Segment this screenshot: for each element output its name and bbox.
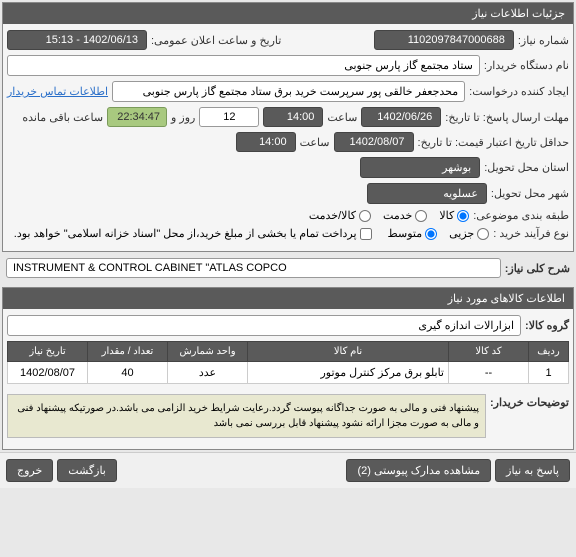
th-name: نام کالا: [248, 342, 449, 362]
back-button[interactable]: بازگشت: [57, 459, 117, 482]
radio-medium-label: متوسط: [388, 227, 423, 240]
time-label-2: ساعت: [300, 136, 330, 149]
radio-service-input[interactable]: [415, 210, 427, 222]
need-number-label: شماره نیاز:: [518, 34, 569, 47]
radio-service[interactable]: خدمت: [383, 209, 427, 222]
remain-label: ساعت باقی مانده: [22, 111, 103, 124]
category-radio-group: کالا خدمت کالا/خدمت: [309, 209, 469, 222]
city-value: عسلویه: [367, 183, 487, 204]
process-label: نوع فرآیند خرید :: [493, 227, 569, 240]
time-label-1: ساعت: [327, 111, 357, 124]
items-table: ردیف کد کالا نام کالا واحد شمارش تعداد /…: [7, 341, 569, 384]
days-label: روز و: [171, 111, 195, 124]
requester-label: ایجاد کننده درخواست:: [469, 85, 569, 98]
respond-button[interactable]: پاسخ به نیاز: [495, 459, 570, 482]
deadline-date: 1402/06/26: [361, 107, 441, 127]
cell-qty: 40: [88, 362, 168, 384]
items-panel-body: گروه کالا: ابزارالات اندازه گیری ردیف کد…: [3, 309, 573, 449]
deadline-time: 14:00: [263, 107, 323, 127]
city-label: شهر محل تحویل:: [491, 187, 569, 200]
info-panel-header: جزئیات اطلاعات نیاز: [3, 3, 573, 24]
radio-both-label: کالا/خدمت: [309, 209, 356, 222]
group-label: گروه کالا:: [525, 319, 569, 332]
payment-checkbox[interactable]: [360, 228, 372, 240]
desc-label: شرح کلی نیاز:: [505, 262, 570, 275]
announce-value: 1402/06/13 - 15:13: [7, 30, 147, 50]
cell-name: تابلو برق مرکز کنترل موتور: [248, 362, 449, 384]
attachments-button[interactable]: مشاهده مدارک پیوستی (2): [346, 459, 491, 482]
province-label: استان محل تحویل:: [484, 161, 569, 174]
radio-kala[interactable]: کالا: [439, 209, 469, 222]
radio-partial-input[interactable]: [477, 228, 489, 240]
cell-row: 1: [529, 362, 569, 384]
validity-label: حداقل تاریخ اعتبار قیمت: تا تاریخ:: [418, 136, 569, 149]
province-value: بوشهر: [360, 157, 480, 178]
buyer-label: نام دستگاه خریدار:: [484, 59, 569, 72]
days-remaining: 12: [199, 107, 259, 127]
th-row: ردیف: [529, 342, 569, 362]
radio-kala-label: کالا: [439, 209, 454, 222]
items-panel-header: اطلاعات کالاهای مورد نیاز: [3, 288, 573, 309]
buyer-note-label: توضیحات خریدار:: [490, 390, 569, 409]
payment-note: پرداخت تمام یا بخشی از مبلغ خرید،از محل …: [14, 227, 357, 240]
group-value: ابزارالات اندازه گیری: [7, 315, 521, 336]
table-header-row: ردیف کد کالا نام کالا واحد شمارش تعداد /…: [8, 342, 569, 362]
th-unit: واحد شمارش: [168, 342, 248, 362]
validity-time: 14:00: [236, 132, 296, 152]
radio-partial[interactable]: جزیی: [449, 227, 489, 240]
exit-button[interactable]: خروج: [6, 459, 53, 482]
cell-unit: عدد: [168, 362, 248, 384]
buyer-note: پیشنهاد فنی و مالی به صورت جداگانه پیوست…: [7, 394, 486, 438]
announce-label: تاریخ و ساعت اعلان عمومی:: [151, 34, 281, 47]
radio-kala-input[interactable]: [457, 210, 469, 222]
radio-both-input[interactable]: [359, 210, 371, 222]
need-number-value: 1102097847000688: [374, 30, 514, 50]
requester-value: محدجعفر خالقی پور سرپرست خرید برق ستاد م…: [112, 81, 465, 102]
contact-link[interactable]: اطلاعات تماس خریدار: [7, 85, 108, 98]
countdown-timer: 22:34:47: [107, 107, 167, 127]
desc-value: INSTRUMENT & CONTROL CABINET "ATLAS COPC…: [6, 258, 501, 278]
radio-medium[interactable]: متوسط: [388, 227, 438, 240]
th-date: تاریخ نیاز: [8, 342, 88, 362]
deadline-label: مهلت ارسال پاسخ: تا تاریخ:: [445, 111, 569, 124]
validity-date: 1402/08/07: [334, 132, 414, 152]
table-row[interactable]: 1 -- تابلو برق مرکز کنترل موتور عدد 40 1…: [8, 362, 569, 384]
radio-service-label: خدمت: [383, 209, 412, 222]
info-panel-body: شماره نیاز: 1102097847000688 تاریخ و ساع…: [3, 24, 573, 251]
radio-medium-input[interactable]: [425, 228, 437, 240]
th-code: کد کالا: [449, 342, 529, 362]
footer: پاسخ به نیاز مشاهده مدارک پیوستی (2) باز…: [0, 452, 576, 488]
items-panel: اطلاعات کالاهای مورد نیاز گروه کالا: ابز…: [2, 287, 574, 450]
process-radio-group: جزیی متوسط: [388, 227, 490, 240]
radio-both[interactable]: کالا/خدمت: [309, 209, 371, 222]
info-panel: جزئیات اطلاعات نیاز شماره نیاز: 11020978…: [2, 2, 574, 252]
radio-partial-label: جزیی: [449, 227, 474, 240]
buyer-value: ستاد مجتمع گاز پارس جنوبی: [7, 55, 480, 76]
th-qty: تعداد / مقدار: [88, 342, 168, 362]
payment-checkbox-item[interactable]: پرداخت تمام یا بخشی از مبلغ خرید،از محل …: [14, 227, 372, 240]
cell-code: --: [449, 362, 529, 384]
category-label: طبقه بندی موضوعی:: [473, 209, 569, 222]
cell-date: 1402/08/07: [8, 362, 88, 384]
